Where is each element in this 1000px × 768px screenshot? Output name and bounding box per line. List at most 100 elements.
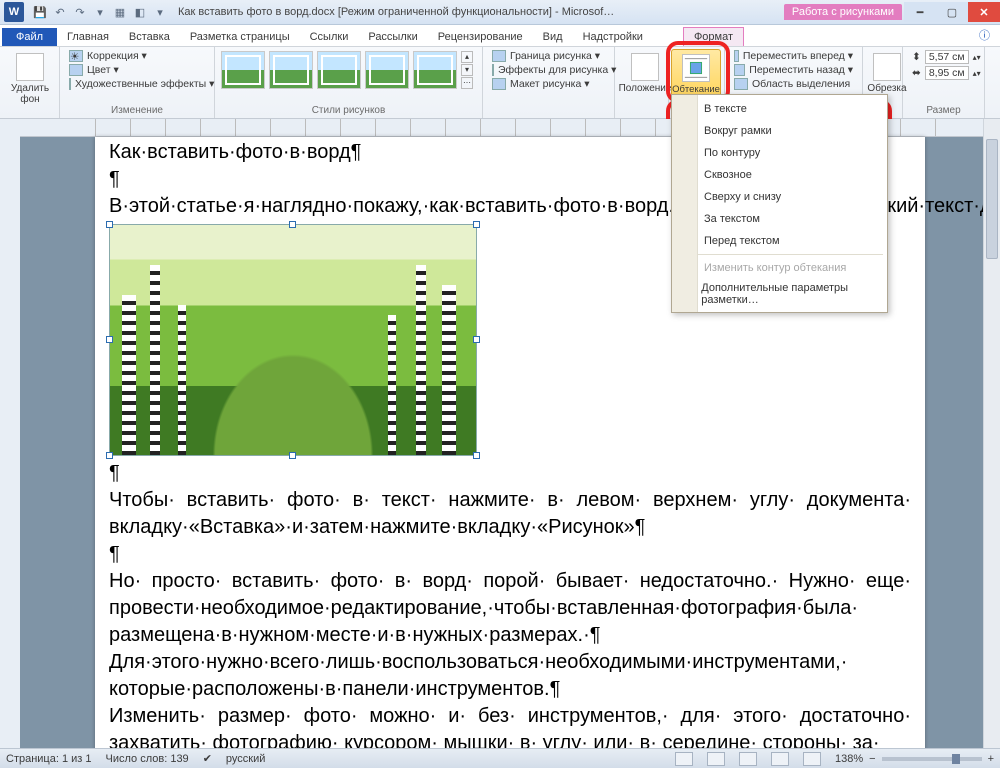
resize-handle[interactable] — [289, 452, 296, 459]
draft-view-button[interactable] — [803, 752, 821, 766]
wrap-topbottom-item[interactable]: ▣Сверху и снизу — [672, 186, 887, 208]
wrap-text-dropdown: ▣В тексте ▣Вокруг рамки ▣По контуру ▣Скв… — [671, 94, 888, 313]
language-indicator[interactable]: русский — [226, 753, 265, 765]
zoom-slider[interactable] — [882, 757, 982, 761]
brightness-icon: ☀ — [69, 50, 83, 62]
inserted-image[interactable] — [109, 224, 477, 456]
group-label: Изменение — [60, 105, 214, 116]
page-indicator[interactable]: Страница: 1 из 1 — [6, 753, 92, 765]
tab-review[interactable]: Рецензирование — [428, 28, 533, 46]
vertical-ruler[interactable] — [0, 119, 20, 748]
outline-view-button[interactable] — [771, 752, 789, 766]
resize-handle[interactable] — [289, 221, 296, 228]
close-button[interactable]: ✕ — [968, 2, 1000, 22]
word-count[interactable]: Число слов: 139 — [106, 753, 189, 765]
height-field[interactable]: ⬍5,57 см▴▾ — [909, 49, 978, 65]
doc-paragraph: Чтобы· вставить· фото· в· текст· нажмите… — [109, 487, 911, 541]
scrollbar-thumb[interactable] — [986, 139, 998, 259]
picture-layout-button[interactable]: Макет рисунка ▾ — [489, 77, 608, 91]
vertical-scrollbar[interactable] — [983, 119, 1000, 748]
wrap-tight-item[interactable]: ▣По контуру — [672, 142, 887, 164]
tab-page-layout[interactable]: Разметка страницы — [180, 28, 300, 46]
zoom-level[interactable]: 138% — [835, 753, 863, 765]
resize-handle[interactable] — [473, 336, 480, 343]
print-layout-view-button[interactable] — [675, 752, 693, 766]
picture-styles-gallery[interactable]: ▴ ▾ ⋯ — [221, 49, 476, 89]
proofing-icon[interactable]: ✔ — [203, 752, 212, 765]
color-button[interactable]: Цвет ▾ — [66, 63, 208, 77]
gallery-more-icon[interactable]: ⋯ — [461, 77, 473, 89]
wrap-square-item[interactable]: ▣Вокруг рамки — [672, 120, 887, 142]
qat-icon[interactable]: ◧ — [132, 4, 148, 20]
document-title: Как вставить фото в ворд.docx [Режим огр… — [168, 6, 784, 18]
tab-format[interactable]: Формат — [683, 27, 744, 46]
quick-access-toolbar: 💾 ↶ ↷ ▾ ▦ ◧ ▾ — [32, 4, 168, 20]
gallery-down-icon[interactable]: ▾ — [461, 64, 473, 76]
border-icon — [492, 50, 506, 62]
style-thumb[interactable] — [317, 51, 361, 89]
reading-view-button[interactable] — [707, 752, 725, 766]
resize-handle[interactable] — [106, 452, 113, 459]
crop-button[interactable]: Обрезка — [869, 49, 905, 94]
save-icon[interactable]: 💾 — [32, 4, 48, 20]
qat-more-icon[interactable]: ▾ — [92, 4, 108, 20]
wrap-icon — [682, 54, 710, 82]
zoom-in-button[interactable]: + — [988, 753, 994, 765]
style-thumb[interactable] — [413, 51, 457, 89]
wrap-behind-item[interactable]: ▣За текстом — [672, 208, 887, 230]
paragraph-mark: ¶ — [109, 541, 911, 568]
picture-border-button[interactable]: Граница рисунка ▾ — [489, 49, 608, 63]
title-bar: W 💾 ↶ ↷ ▾ ▦ ◧ ▾ Как вставить фото в ворд… — [0, 0, 1000, 25]
web-layout-view-button[interactable] — [739, 752, 757, 766]
width-field[interactable]: ⬌8,95 см▴▾ — [909, 65, 978, 81]
layout-icon — [492, 78, 506, 90]
tab-view[interactable]: Вид — [533, 28, 573, 46]
wrap-inline-item[interactable]: ▣В тексте — [672, 98, 887, 120]
position-button[interactable]: Положение — [621, 49, 669, 94]
position-icon — [631, 53, 659, 81]
help-icon[interactable]: ⓘ — [969, 24, 1000, 46]
gallery-up-icon[interactable]: ▴ — [461, 51, 473, 63]
tab-mailings[interactable]: Рассылки — [358, 28, 427, 46]
selection-pane-button[interactable]: Область выделения — [731, 77, 856, 91]
qat-icon[interactable]: ▦ — [112, 4, 128, 20]
tab-addins[interactable]: Надстройки — [573, 28, 653, 46]
send-backward-button[interactable]: Переместить назад ▾ — [731, 63, 856, 77]
word-app-icon[interactable]: W — [4, 2, 24, 22]
corrections-button[interactable]: ☀Коррекция ▾ — [66, 49, 208, 63]
resize-handle[interactable] — [473, 452, 480, 459]
style-thumb[interactable] — [221, 51, 265, 89]
style-thumb[interactable] — [269, 51, 313, 89]
group-label: Стили рисунков — [215, 105, 482, 116]
crop-icon — [873, 53, 901, 81]
ribbon-tabs: Файл Главная Вставка Разметка страницы С… — [0, 25, 1000, 47]
wrap-through-item[interactable]: ▣Сквозное — [672, 164, 887, 186]
status-bar: Страница: 1 из 1 Число слов: 139 ✔ русск… — [0, 748, 1000, 768]
contextual-tab-label: Работа с рисунками — [784, 4, 902, 20]
bring-forward-button[interactable]: Переместить вперед ▾ — [731, 49, 856, 63]
picture-effects-button[interactable]: Эффекты для рисунка ▾ — [489, 63, 608, 77]
zoom-out-button[interactable]: − — [869, 753, 875, 765]
tab-insert[interactable]: Вставка — [119, 28, 180, 46]
selection-icon — [734, 78, 748, 90]
edit-wrap-points-item: ✎Изменить контур обтекания — [672, 257, 887, 279]
minimize-button[interactable]: ━ — [904, 2, 936, 22]
wrap-front-item[interactable]: ▣Перед текстом — [672, 230, 887, 252]
resize-handle[interactable] — [106, 221, 113, 228]
redo-icon[interactable]: ↷ — [72, 4, 88, 20]
artistic-effects-button[interactable]: Художественные эффекты ▾ — [66, 77, 208, 91]
more-layout-options-item[interactable]: ⋯Дополнительные параметры разметки… — [672, 279, 887, 309]
file-tab[interactable]: Файл — [2, 28, 57, 46]
remove-background-button[interactable]: Удалить фон — [6, 49, 54, 105]
undo-icon[interactable]: ↶ — [52, 4, 68, 20]
style-thumb[interactable] — [365, 51, 409, 89]
tab-home[interactable]: Главная — [57, 28, 119, 46]
effects-icon — [492, 64, 494, 76]
tab-references[interactable]: Ссылки — [300, 28, 359, 46]
qat-icon[interactable]: ▾ — [152, 4, 168, 20]
height-icon: ⬍ — [912, 51, 921, 63]
resize-handle[interactable] — [106, 336, 113, 343]
resize-handle[interactable] — [473, 221, 480, 228]
maximize-button[interactable]: ▢ — [936, 2, 968, 22]
send-back-icon — [734, 64, 745, 76]
